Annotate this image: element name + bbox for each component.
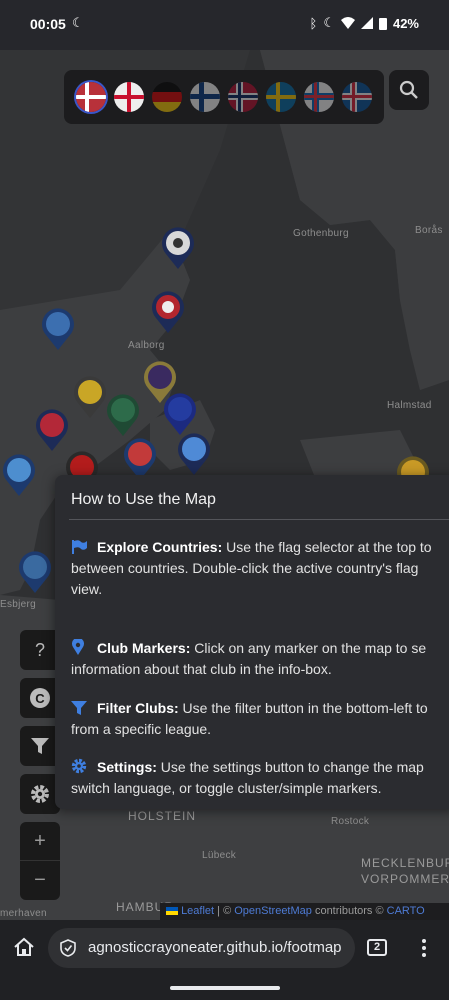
gear-icon (31, 785, 49, 803)
browser-toolbar: agnosticcrayoneater.github.io/footmap 2 (0, 920, 449, 1000)
address-bar[interactable]: agnosticcrayoneater.github.io/footmap (48, 928, 355, 968)
filter-icon (31, 738, 49, 754)
club-marker[interactable] (162, 392, 198, 436)
club-marker[interactable] (160, 226, 196, 270)
status-time: 00:05 (30, 16, 66, 32)
label-rostock: Rostock (331, 816, 370, 827)
club-marker[interactable] (17, 550, 53, 594)
help-icon: ? (34, 639, 45, 660)
bluetooth-icon: ᛒ (309, 15, 318, 31)
flag-faroe-islands[interactable] (304, 82, 334, 112)
label-bremerhaven: merhaven (0, 908, 47, 919)
club-marker[interactable] (40, 307, 76, 351)
flag-selector (64, 70, 384, 124)
battery-percent: 42% (392, 15, 419, 31)
flag-denmark[interactable] (76, 82, 106, 112)
flag-icon (72, 540, 87, 554)
label-halmstad: Halmstad (387, 400, 432, 411)
copyright-button[interactable]: C (20, 678, 60, 718)
help-button[interactable]: ? (20, 630, 60, 670)
flag-germany[interactable] (152, 82, 182, 112)
flag-england[interactable] (114, 82, 144, 112)
signal-icon (360, 17, 373, 29)
tab-switcher-button[interactable]: 2 (367, 939, 387, 956)
battery-icon (378, 17, 387, 30)
club-marker[interactable] (176, 432, 212, 476)
label-esbjerg: Esbjerg (0, 599, 37, 610)
map-attribution: Leaflet | © OpenStreetMap contributors ©… (160, 903, 449, 920)
wifi-icon (340, 17, 355, 29)
club-marker[interactable] (34, 408, 70, 452)
help-item-markers: Club Markers: Click on any marker on the… (71, 638, 449, 680)
label-gothenburg: Gothenburg (293, 228, 349, 239)
osm-link[interactable]: OpenStreetMap (234, 905, 312, 917)
url-text: agnosticcrayoneater.github.io/footmap (88, 939, 342, 956)
label-boras: Borås (415, 225, 443, 236)
label-holstein: HOLSTEIN (128, 809, 197, 823)
carto-link[interactable]: CARTO (387, 905, 425, 917)
label-aalborg: Aalborg (128, 340, 165, 351)
home-icon[interactable] (13, 937, 35, 957)
filter-button[interactable] (20, 726, 60, 766)
help-item-countries: Explore Countries: Use the flag selector… (71, 539, 432, 597)
club-marker[interactable] (105, 393, 141, 437)
flag-norway[interactable] (228, 82, 258, 112)
settings-button[interactable] (20, 774, 60, 814)
zoom-control: + − (20, 822, 60, 900)
site-security-icon[interactable] (60, 939, 76, 957)
map-view[interactable]: Gothenburg Borås Aalborg Halmstad Esbjer… (0, 50, 449, 920)
help-modal: How to Use the Map Explore Countries: Us… (55, 475, 449, 809)
divider (69, 519, 449, 520)
leaflet-link[interactable]: Leaflet (181, 905, 214, 917)
copyright-icon: C (30, 688, 50, 708)
club-marker[interactable] (1, 453, 37, 497)
help-item-filter: Filter Clubs: Use the filter button in t… (71, 700, 428, 737)
filter-icon (71, 701, 87, 715)
flag-finland[interactable] (190, 82, 220, 112)
gear-icon (71, 758, 87, 774)
moon-icon: ☾ (323, 15, 335, 30)
search-button[interactable] (389, 70, 429, 110)
help-item-settings: Settings: Use the settings button to cha… (71, 758, 424, 796)
label-mecklenburg: MECKLENBURG (361, 856, 449, 870)
location-pin-icon (72, 639, 84, 655)
status-bar: 00:05 ☾ ᛒ ☾ 42% (0, 0, 449, 50)
club-marker[interactable] (150, 290, 186, 334)
search-icon (399, 80, 418, 99)
ukraine-flag-icon (166, 907, 178, 915)
do-not-disturb-icon: ☾ (72, 15, 84, 30)
gesture-bar (170, 986, 280, 990)
zoom-in-button[interactable]: + (20, 822, 60, 861)
label-vorpommern: VORPOMMER (361, 872, 449, 886)
more-options-icon[interactable] (421, 938, 427, 958)
flag-sweden[interactable] (266, 82, 296, 112)
club-marker[interactable] (72, 375, 108, 419)
label-lubeck: Lübeck (202, 850, 237, 861)
flag-iceland[interactable] (342, 82, 372, 112)
zoom-out-button[interactable]: − (20, 861, 60, 900)
help-title: How to Use the Map (71, 491, 216, 508)
